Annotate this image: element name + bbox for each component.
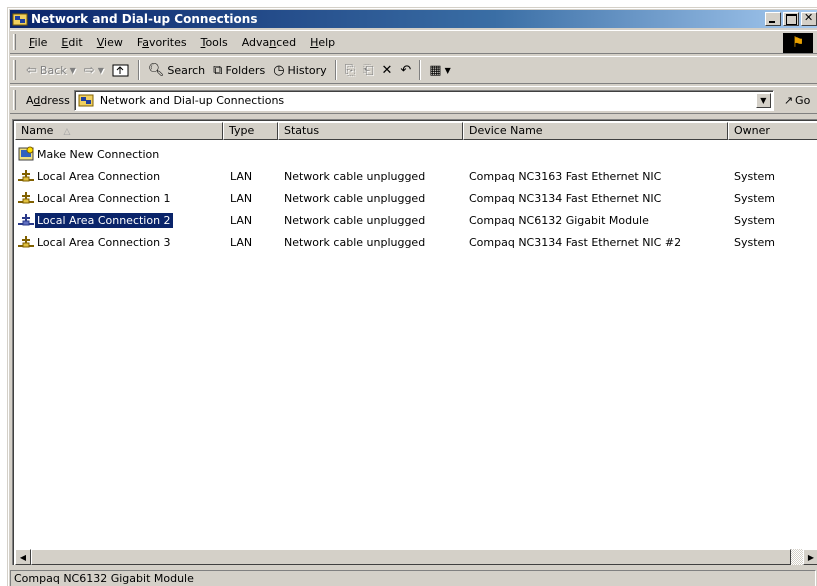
make-new-connection-icon <box>18 146 34 161</box>
address-bar-grip[interactable] <box>13 90 16 110</box>
list-rows: Make New Connection Local Area Connectio… <box>15 143 808 253</box>
history-icon: ◷ <box>273 62 285 78</box>
address-field[interactable]: Network and Dial-up Connections ▼ <box>73 89 774 111</box>
menu-advanced[interactable]: Advanced <box>235 34 303 51</box>
column-header-owner[interactable]: Owner <box>728 122 817 140</box>
undo-icon: ↶ <box>400 62 412 78</box>
lan-connection-icon <box>18 214 34 226</box>
toolbar-grip[interactable] <box>13 60 16 80</box>
scroll-right-button[interactable]: ▶ <box>803 549 817 565</box>
toolbar-separator <box>137 60 140 80</box>
move-to-icon: ⎘ <box>344 62 356 78</box>
folders-button[interactable]: ⧉ Folders <box>209 61 269 80</box>
scroll-left-button[interactable]: ◀ <box>15 549 31 565</box>
status-text: Compaq NC6132 Gigabit Module <box>10 570 816 586</box>
windows-logo-icon: ⚑ <box>783 33 813 53</box>
list-item[interactable]: Local Area Connection 3 LAN Network cabl… <box>15 231 808 253</box>
toolbar-separator <box>334 60 337 80</box>
menu-tools[interactable]: Tools <box>194 34 235 51</box>
column-header-name[interactable]: Name △ <box>15 122 223 140</box>
undo-button[interactable]: ↶ <box>396 61 415 80</box>
list-item[interactable]: Local Area Connection LAN Network cable … <box>15 165 808 187</box>
list-item[interactable]: Make New Connection <box>15 143 808 165</box>
column-header-type[interactable]: Type <box>223 122 278 140</box>
horizontal-scrollbar[interactable]: ◀ ▶ <box>15 549 817 565</box>
menu-favorites[interactable]: Favorites <box>130 34 194 51</box>
copy-to-icon: ⎗ <box>363 62 374 78</box>
back-dropdown-icon[interactable]: ▼ <box>70 66 76 75</box>
list-item-selected[interactable]: Local Area Connection 2 LAN Network cabl… <box>15 209 808 231</box>
lan-connection-icon <box>18 236 34 248</box>
delete-button[interactable]: ✕ <box>377 61 396 80</box>
lan-connection-icon <box>18 170 34 182</box>
copy-to-button[interactable]: ⎗ <box>359 61 377 80</box>
maximize-button[interactable] <box>783 12 799 26</box>
menu-view[interactable]: View <box>90 34 130 51</box>
column-header-device-name[interactable]: Device Name <box>463 122 728 140</box>
go-arrow-icon: ↗ <box>783 93 794 107</box>
connections-list[interactable]: Name △ Type Status Device Name Owner Make… <box>12 119 817 565</box>
minimize-button[interactable] <box>765 12 781 26</box>
address-value: Network and Dial-up Connections <box>99 93 285 107</box>
list-item[interactable]: Local Area Connection 1 LAN Network cabl… <box>15 187 808 209</box>
window-title: Network and Dial-up Connections <box>31 12 258 26</box>
forward-arrow-icon: ⇨ <box>83 62 95 78</box>
network-folder-icon <box>12 13 28 26</box>
column-header-status[interactable]: Status <box>278 122 463 140</box>
up-folder-button[interactable] <box>108 60 134 80</box>
standard-toolbar: ⇦ Back ▼ ⇨ ▼ 🔍︎ Search ⧉ Folders ◷ Histo… <box>10 56 817 84</box>
back-button[interactable]: ⇦ Back ▼ <box>22 61 80 80</box>
address-label: Address <box>26 93 70 107</box>
views-icon: ▦ <box>429 62 442 78</box>
views-button[interactable]: ▦ ▼ <box>425 61 454 80</box>
search-icon: 🔍︎ <box>147 62 165 78</box>
close-button[interactable] <box>801 11 817 26</box>
menu-help[interactable]: Help <box>303 34 342 51</box>
scrollbar-thumb[interactable] <box>31 549 791 565</box>
history-button[interactable]: ◷ History <box>269 61 330 80</box>
address-bar: Address Network and Dial-up Connections … <box>10 86 817 114</box>
up-folder-icon <box>112 64 129 77</box>
status-bar: Compaq NC6132 Gigabit Module <box>10 568 817 586</box>
forward-button[interactable]: ⇨ ▼ <box>80 61 108 80</box>
folders-icon: ⧉ <box>213 62 223 78</box>
menu-edit[interactable]: Edit <box>54 34 89 51</box>
search-button[interactable]: 🔍︎ Search <box>144 61 209 80</box>
delete-icon: ✕ <box>381 62 393 78</box>
menu-file[interactable]: File <box>22 34 54 51</box>
back-arrow-icon: ⇦ <box>26 62 37 78</box>
explorer-window: Network and Dial-up Connections File Edi… <box>7 7 817 586</box>
menu-bar: File Edit View Favorites Tools Advanced … <box>10 30 817 54</box>
go-button[interactable]: ↗ Go <box>784 94 810 107</box>
forward-dropdown-icon[interactable]: ▼ <box>98 66 104 75</box>
title-bar[interactable]: Network and Dial-up Connections <box>10 10 817 28</box>
views-dropdown-icon[interactable]: ▼ <box>445 66 451 75</box>
move-to-button[interactable]: ⎘ <box>341 61 359 80</box>
lan-connection-icon <box>18 192 34 204</box>
address-dropdown-button[interactable]: ▼ <box>755 92 771 108</box>
network-folder-icon <box>78 94 94 107</box>
menu-bar-grip[interactable] <box>13 34 16 50</box>
sort-ascending-icon: △ <box>63 127 71 137</box>
toolbar-separator <box>419 60 422 80</box>
column-headers: Name △ Type Status Device Name Owner <box>15 122 817 140</box>
